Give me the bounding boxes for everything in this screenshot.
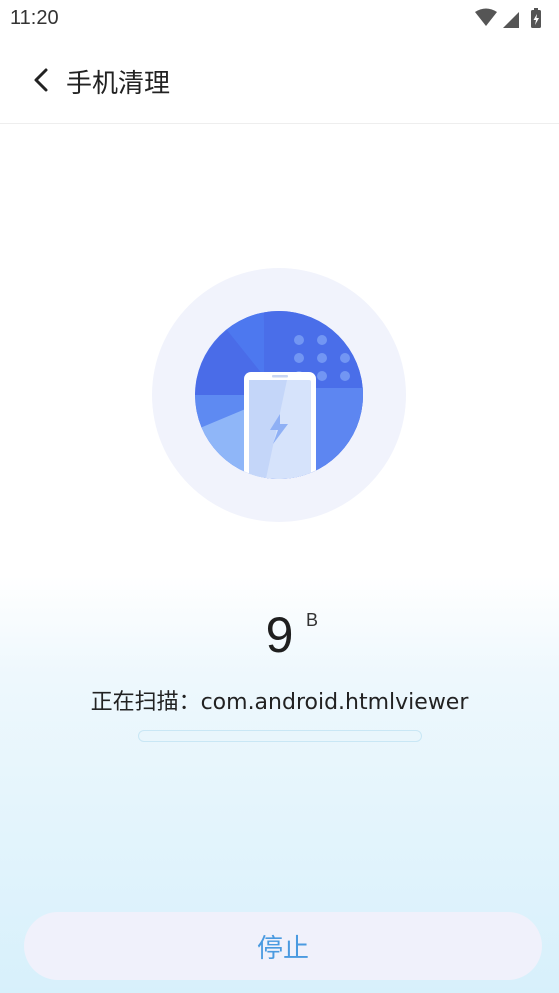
scan-progress-bar: [138, 730, 422, 742]
app-bar: 手机清理: [0, 38, 559, 124]
status-time: 11:20: [10, 7, 59, 29]
page-title: 手机清理: [66, 69, 171, 99]
status-bar: 11:20: [0, 0, 559, 38]
chevron-left-icon: [34, 68, 48, 92]
status-icons: [475, 8, 541, 28]
stop-button[interactable]: 停止: [24, 912, 542, 980]
signal-icon: [503, 12, 519, 28]
stop-button-label: 停止: [256, 933, 309, 964]
wifi-icon: [475, 8, 497, 26]
back-button[interactable]: [26, 64, 58, 96]
scanned-size-value: 9: [265, 607, 294, 663]
scan-status-text: 正在扫描：com.android.htmlviewer: [90, 690, 469, 715]
scanned-size-unit: B: [306, 610, 319, 630]
phone-cleaning-illustration: [152, 268, 406, 522]
